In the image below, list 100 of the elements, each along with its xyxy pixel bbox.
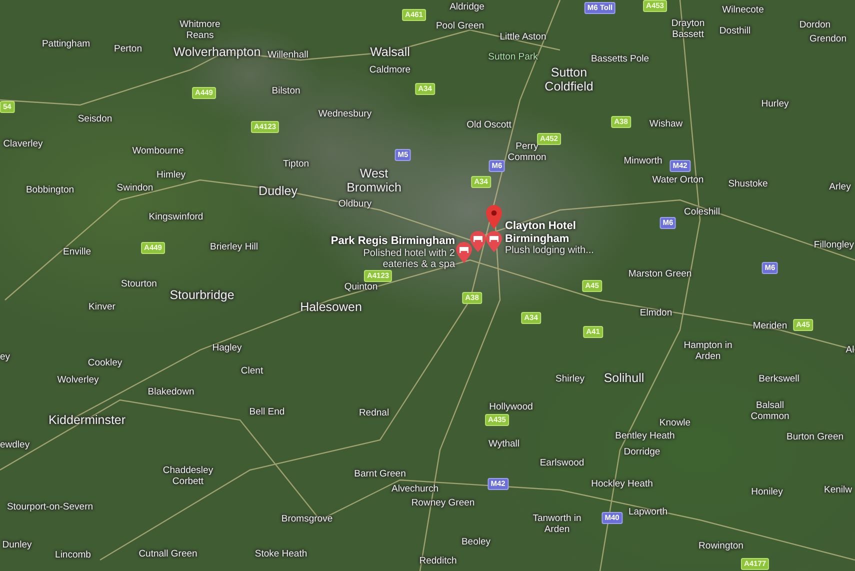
place-label: Redditch <box>419 556 457 568</box>
place-label: Beoley <box>461 538 491 548</box>
place-label: Bentley Heath <box>615 432 675 442</box>
place-label: Hampton in Arden <box>682 341 734 363</box>
place-label: Chaddesley Corbett <box>162 466 214 488</box>
place-label: Halesowen <box>300 300 362 314</box>
bed-pin-icon[interactable] <box>470 231 486 252</box>
place-label: Alvechurch <box>392 484 438 496</box>
place-label: Sutton Coldfield <box>544 66 594 94</box>
place-label: Coleshill <box>684 208 720 218</box>
place-label: Lincomb <box>55 550 91 562</box>
hotel-description: Plush lodging with... <box>505 245 595 257</box>
place-label: Rowney Green <box>411 498 475 510</box>
place-label: Bromsgrove <box>281 514 333 526</box>
place-label: Dorridge <box>624 448 660 458</box>
place-label: Brierley Hill <box>210 242 258 254</box>
bed-pin-icon[interactable] <box>486 231 502 252</box>
place-label: Old Oscott <box>466 120 512 132</box>
place-label: Whitmore Reans <box>178 20 222 42</box>
place-label: ewdley <box>0 440 30 452</box>
place-label: Bobbington <box>26 186 74 196</box>
place-label: Walsall <box>370 44 410 60</box>
place-label: Caldmore <box>369 66 411 76</box>
place-label: Barnt Green <box>354 470 406 480</box>
place-label: Wilnecote <box>722 6 764 16</box>
place-label: Tanworth in Arden <box>532 514 582 536</box>
place-label: Hagley <box>212 344 242 354</box>
place-label: Stourbridge <box>170 288 234 302</box>
place-label: Willenhall <box>268 50 308 62</box>
place-label: Blakedown <box>148 388 194 398</box>
place-label: Lapworth <box>628 508 668 518</box>
place-label: Claverley <box>3 140 43 150</box>
place-label: Dunley <box>2 540 32 552</box>
place-label: Wolverley <box>57 376 99 386</box>
place-label: Shirley <box>555 374 585 386</box>
place-label: Earlswood <box>540 458 584 470</box>
place-label: Perry Common <box>506 142 546 164</box>
location-pin-icon[interactable] <box>486 205 502 229</box>
place-label: Honiley <box>751 488 783 498</box>
place-label: Seisdon <box>78 114 112 126</box>
place-label: Kenilw <box>824 486 852 496</box>
place-label: Enville <box>63 248 91 258</box>
place-label: Pool Green <box>436 22 484 32</box>
place-label: Wythall <box>488 440 520 450</box>
place-label: Himley <box>156 170 186 182</box>
place-label: Cutnall Green <box>138 550 198 560</box>
place-label: Oldbury <box>338 200 372 210</box>
place-label: Rednal <box>358 408 390 420</box>
place-label: Pattingham <box>42 40 90 50</box>
place-label: Grendon <box>810 34 846 46</box>
place-label: Bell End <box>249 408 285 418</box>
satellite-map[interactable] <box>0 0 855 571</box>
place-label: Hockley Heath <box>591 480 653 490</box>
place-label: Drayton Bassett <box>670 19 706 41</box>
place-label: ey <box>0 352 10 364</box>
place-label: Shustoke <box>728 180 768 190</box>
place-label: West Bromwich <box>346 166 402 196</box>
place-label: Minworth <box>624 156 662 168</box>
place-label: Marston Green <box>628 270 692 280</box>
bed-pin-icon[interactable] <box>456 242 472 263</box>
place-label: Little Aston <box>500 32 546 44</box>
place-label: Elmdon <box>640 308 672 320</box>
place-label: Cookley <box>88 358 122 370</box>
place-label: Kidderminster <box>48 412 126 428</box>
place-label: Clent <box>240 366 264 378</box>
place-label: Stourton <box>121 280 157 290</box>
place-label: Wombourne <box>132 146 184 158</box>
hotel-name[interactable]: Park Regis Birmingham <box>330 235 455 248</box>
place-label: Rowington <box>698 542 744 552</box>
place-label: Kinver <box>88 302 116 314</box>
place-label: Bilston <box>272 86 300 98</box>
hotel-name[interactable]: Clayton Hotel Birmingham <box>505 220 595 246</box>
place-label: Hollywood <box>489 402 533 414</box>
place-label: Meriden <box>752 322 788 332</box>
place-label: Dordon <box>799 20 831 32</box>
place-label: Dudley <box>258 184 298 198</box>
place-label: Water Orton <box>652 176 704 186</box>
place-label: Knowle <box>659 418 691 430</box>
place-label: Perton <box>114 44 142 56</box>
hotel-description: Polished hotel with 2 eateries & a spa <box>362 248 455 271</box>
place-label: Berkswell <box>758 374 800 386</box>
place-label: Aldridge <box>450 2 484 14</box>
place-label: Bassetts Pole <box>590 54 650 66</box>
place-label: Balsall Common <box>750 401 790 423</box>
place-label: Dosthill <box>719 26 751 38</box>
place-label: Arley <box>829 182 851 194</box>
place-label: Wednesbury <box>318 110 372 120</box>
place-label: Burton Green <box>786 432 844 444</box>
place-label: Al <box>846 346 854 356</box>
place-label: Swindon <box>116 184 154 194</box>
place-label: Solihull <box>604 370 644 386</box>
place-label: Fillongley <box>814 240 854 252</box>
place-label: Wishaw <box>649 120 683 130</box>
place-label: Kingswinford <box>148 212 204 224</box>
place-label: Quinton <box>344 282 378 294</box>
place-label: Hurley <box>761 100 789 110</box>
place-label: Tipton <box>282 160 310 170</box>
place-label: Wolverhampton <box>173 44 261 60</box>
place-label: Stourport-on-Severn <box>6 502 94 514</box>
place-label: Stoke Heath <box>254 550 308 560</box>
